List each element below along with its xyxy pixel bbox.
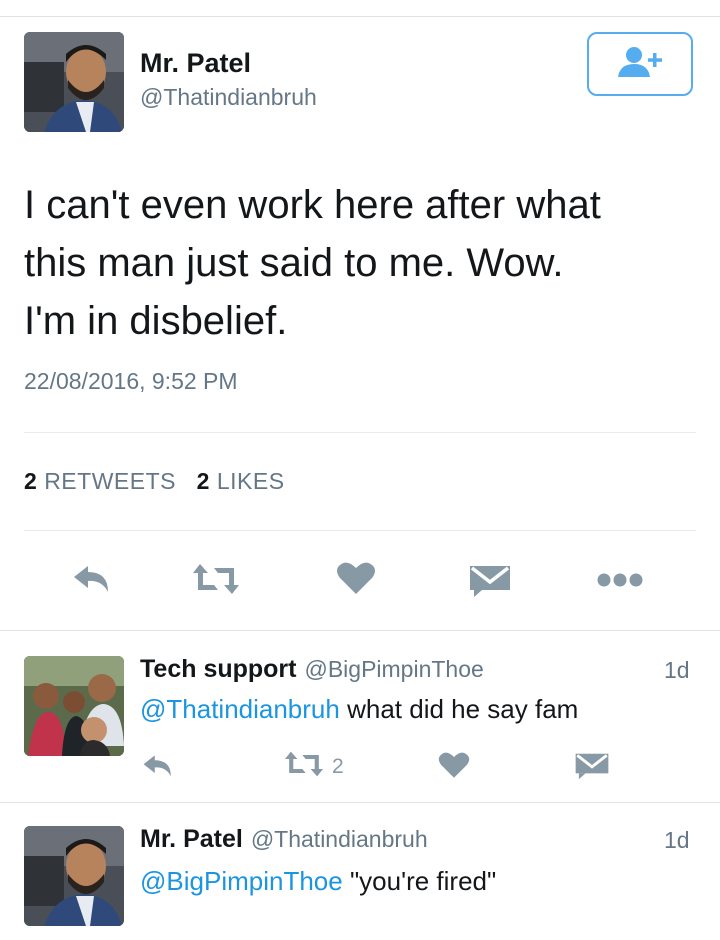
stats-bottom-divider	[24, 530, 696, 531]
reply-button[interactable]	[72, 562, 112, 599]
dm-button[interactable]	[468, 564, 512, 603]
reply-body: "you're fired"	[349, 866, 497, 896]
heart-icon	[336, 560, 376, 601]
reply-author-handle[interactable]: @BigPimpinThoe	[304, 656, 483, 682]
retweets-label: RETWEETS	[44, 468, 176, 494]
author-handle[interactable]: @Thatindianbruh	[140, 84, 317, 111]
top-divider	[0, 16, 720, 17]
reply-author-handle[interactable]: @Thatindianbruh	[251, 826, 428, 852]
reply-author-name[interactable]: Mr. Patel	[140, 825, 243, 853]
author-name[interactable]: Mr. Patel	[140, 48, 251, 79]
retweet-icon	[284, 750, 324, 783]
add-user-icon	[616, 45, 664, 84]
reply-header: Mr. Patel @Thatindianbruh	[140, 825, 428, 854]
dm-icon	[468, 564, 512, 603]
stats-top-divider	[24, 432, 696, 433]
retweet-button[interactable]	[192, 562, 240, 601]
like-button[interactable]	[336, 560, 376, 601]
retweet-icon	[192, 562, 240, 601]
reply-body: what did he say fam	[347, 694, 579, 724]
tweet-stats: 2 RETWEETS 2 LIKES	[24, 468, 285, 495]
likes-stat[interactable]: 2 LIKES	[197, 468, 285, 494]
reply-text: @Thatindianbruh what did he say fam	[140, 694, 578, 725]
reply-icon	[142, 752, 174, 783]
tweet-timestamp: 22/08/2016, 9:52 PM	[24, 368, 238, 394]
reply-text: @BigPimpinThoe "you're fired"	[140, 866, 496, 897]
reply-header: Tech support @BigPimpinThoe	[140, 655, 484, 684]
reply-icon	[72, 562, 112, 599]
reply-retweet-button[interactable]: 2	[284, 750, 344, 783]
retweets-count: 2	[24, 468, 38, 494]
retweets-stat[interactable]: 2 RETWEETS	[24, 468, 176, 494]
tweet-text: I can't even work here after what this m…	[24, 183, 601, 343]
more-button[interactable]	[596, 572, 644, 593]
reply-avatar[interactable]	[24, 656, 124, 756]
reply-time: 1d	[664, 827, 690, 853]
section-divider	[0, 630, 720, 631]
mention-link[interactable]: @Thatindianbruh	[140, 694, 340, 724]
reply-time: 1d	[664, 657, 690, 683]
reply-retweet-count: 2	[332, 754, 344, 778]
avatar[interactable]	[24, 32, 124, 132]
follow-button[interactable]	[587, 32, 693, 96]
mention-link[interactable]: @BigPimpinThoe	[140, 866, 343, 896]
reply-author-name[interactable]: Tech support	[140, 655, 296, 683]
heart-icon	[438, 750, 470, 785]
reply-like-button[interactable]	[438, 750, 470, 785]
reply-avatar[interactable]	[24, 826, 124, 926]
likes-count: 2	[196, 468, 210, 494]
reply-reply-button[interactable]	[142, 752, 174, 783]
reply-dm-button[interactable]	[574, 752, 610, 785]
dm-icon	[574, 752, 610, 785]
more-icon	[596, 572, 644, 593]
section-divider	[0, 802, 720, 803]
likes-label: LIKES	[216, 468, 285, 494]
